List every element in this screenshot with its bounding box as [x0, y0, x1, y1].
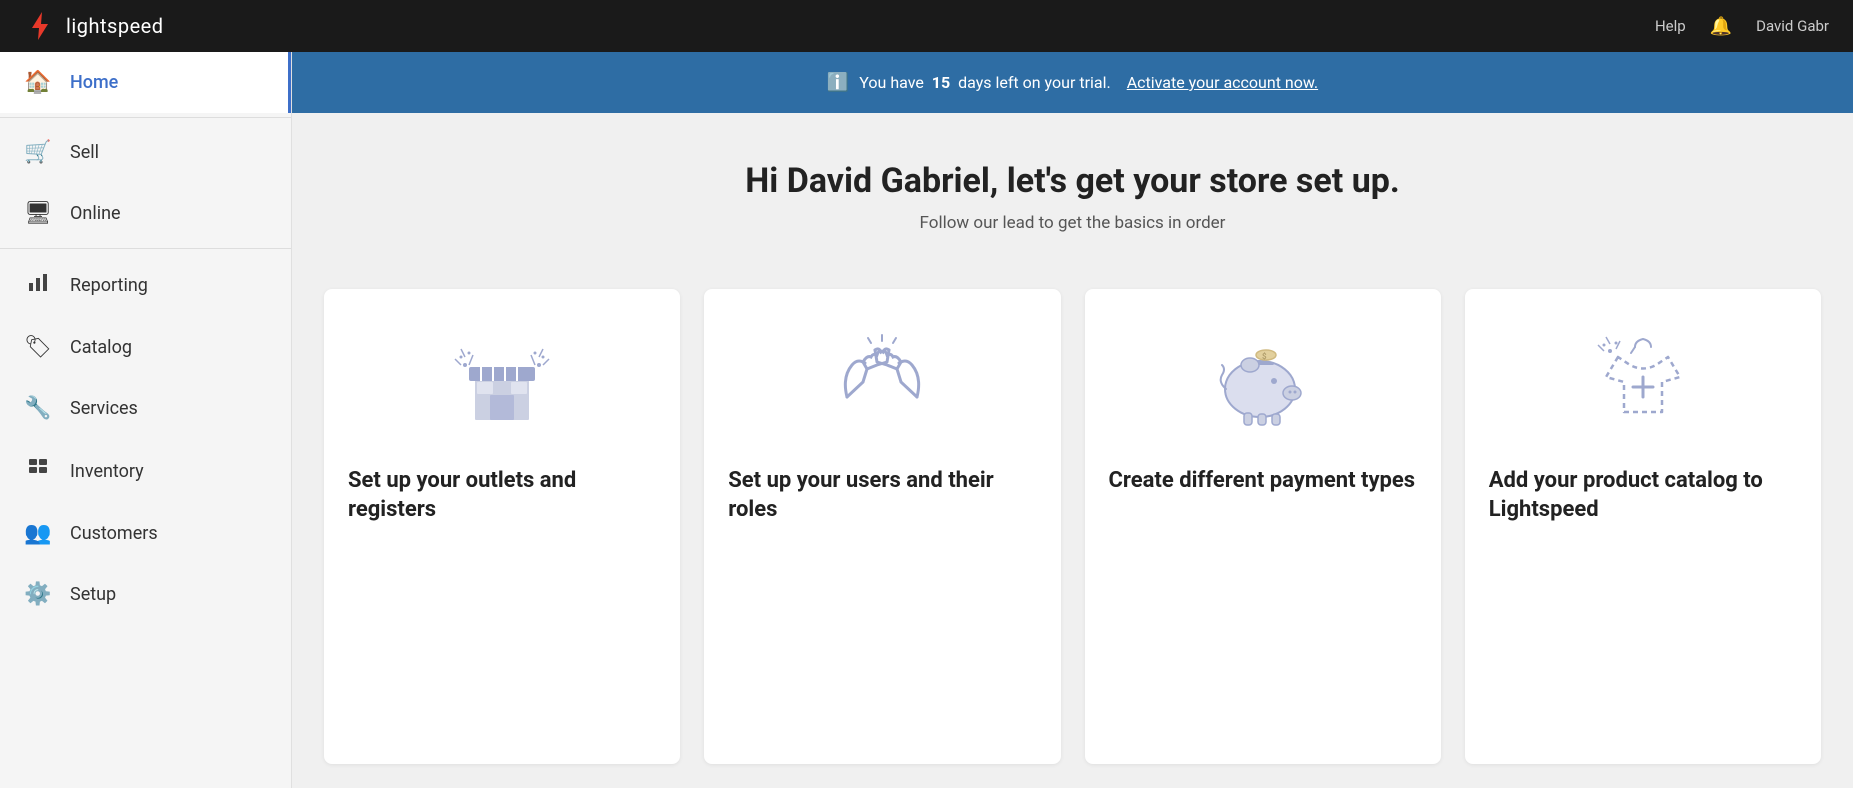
sidebar-item-label: Online — [70, 203, 121, 224]
main-layout: 🏠 Home 🛒 Sell 🖥 Online Reporting 🏷 — [0, 52, 1853, 788]
cards-section: Set up your outlets and registers — [292, 265, 1853, 788]
sidebar-item-setup[interactable]: ⚙️ Setup — [0, 564, 291, 625]
bell-icon[interactable]: 🔔 — [1710, 16, 1732, 37]
sidebar: 🏠 Home 🛒 Sell 🖥 Online Reporting 🏷 — [0, 52, 292, 788]
activate-account-link[interactable]: Activate your account now. — [1127, 73, 1318, 92]
card-outlets-title: Set up your outlets and registers — [348, 467, 656, 524]
hero-heading: Hi David Gabriel, let's get your store s… — [324, 161, 1821, 201]
card-users[interactable]: Set up your users and their roles — [704, 289, 1060, 764]
logo-text: lightspeed — [66, 14, 164, 38]
help-link[interactable]: Help — [1655, 17, 1686, 35]
catalog-icon: 🏷 — [24, 335, 52, 360]
card-users-title: Set up your users and their roles — [728, 467, 1036, 524]
card-catalog[interactable]: Add your product catalog to Lightspeed — [1465, 289, 1821, 764]
svg-text:$: $ — [1262, 352, 1267, 361]
reporting-icon — [24, 271, 52, 299]
sidebar-item-label: Customers — [70, 523, 158, 544]
lightspeed-logo-icon — [24, 10, 56, 42]
sidebar-divider-2 — [0, 248, 291, 249]
tshirt-add-icon — [1588, 327, 1698, 437]
sidebar-item-home[interactable]: 🏠 Home — [0, 52, 291, 113]
handshake-icon — [827, 327, 937, 437]
sidebar-item-label: Reporting — [70, 275, 148, 296]
card-payment-icon: $ — [1109, 317, 1417, 447]
user-name: David Gabr — [1756, 17, 1829, 35]
trial-banner: ℹ️ You have 15 days left on your trial. … — [292, 52, 1853, 113]
logo-area: lightspeed — [24, 10, 164, 42]
sidebar-item-customers[interactable]: 👥 Customers — [0, 503, 291, 564]
card-catalog-title: Add your product catalog to Lightspeed — [1489, 467, 1797, 524]
store-icon — [447, 327, 557, 437]
card-outlets[interactable]: Set up your outlets and registers — [324, 289, 680, 764]
top-nav-right: Help 🔔 David Gabr — [1655, 16, 1829, 37]
sidebar-item-label: Catalog — [70, 337, 132, 358]
customers-icon: 👥 — [24, 521, 52, 546]
card-outlets-icon — [348, 317, 656, 447]
card-payment[interactable]: $ Create different payment types — [1085, 289, 1441, 764]
piggy-bank-icon: $ — [1208, 327, 1318, 437]
home-icon: 🏠 — [24, 70, 52, 95]
sidebar-item-catalog[interactable]: 🏷 Catalog — [0, 317, 291, 378]
sidebar-item-label: Home — [70, 72, 118, 93]
content-area: ℹ️ You have 15 days left on your trial. … — [292, 52, 1853, 788]
sidebar-item-inventory[interactable]: Inventory — [0, 439, 291, 503]
sidebar-item-label: Sell — [70, 142, 99, 163]
hero-section: Hi David Gabriel, let's get your store s… — [292, 113, 1853, 265]
sidebar-item-label: Setup — [70, 584, 116, 605]
inventory-icon — [24, 457, 52, 485]
top-nav: lightspeed Help 🔔 David Gabr — [0, 0, 1853, 52]
sidebar-item-reporting[interactable]: Reporting — [0, 253, 291, 317]
setup-icon: ⚙️ — [24, 582, 52, 607]
info-icon: ℹ️ — [827, 72, 849, 93]
trial-message: You have 15 days left on your trial. — [859, 73, 1110, 92]
sidebar-item-sell[interactable]: 🛒 Sell — [0, 122, 291, 183]
online-icon: 🖥 — [24, 201, 52, 226]
sidebar-divider — [0, 117, 291, 118]
services-icon: 🔧 — [24, 396, 52, 421]
hero-subheading: Follow our lead to get the basics in ord… — [324, 213, 1821, 233]
sidebar-item-label: Services — [70, 398, 138, 419]
card-catalog-icon — [1489, 317, 1797, 447]
sell-icon: 🛒 — [24, 140, 52, 165]
card-payment-title: Create different payment types — [1109, 467, 1416, 496]
sidebar-item-services[interactable]: 🔧 Services — [0, 378, 291, 439]
sidebar-item-label: Inventory — [70, 461, 144, 482]
sidebar-item-online[interactable]: 🖥 Online — [0, 183, 291, 244]
card-users-icon — [728, 317, 1036, 447]
